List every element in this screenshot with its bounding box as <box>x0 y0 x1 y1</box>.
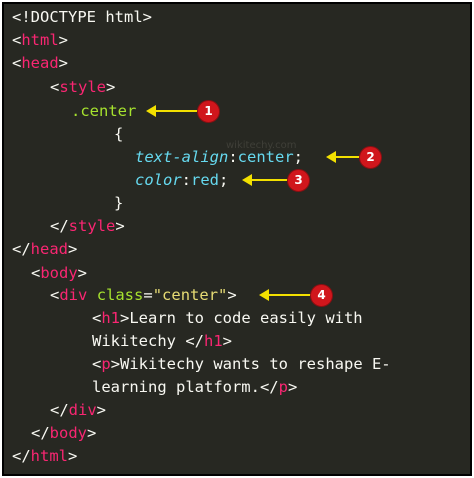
bracket: < <box>12 31 22 49</box>
tag-name: h1 <box>101 309 121 327</box>
bracket: > <box>106 78 116 96</box>
bracket: </ <box>12 240 31 258</box>
bracket: < <box>92 309 102 327</box>
tag-name: html <box>30 447 68 465</box>
bracket: < <box>12 54 22 72</box>
attribute-name: class <box>96 286 144 304</box>
bracket: </ <box>50 401 69 419</box>
bracket: </ <box>50 217 69 235</box>
bracket: > <box>77 264 88 282</box>
bracket: > <box>58 31 69 49</box>
code-line-11: </head> <box>12 238 77 260</box>
semicolon: ; <box>293 148 304 166</box>
bracket: > <box>115 217 125 235</box>
css-selector: .center <box>71 102 137 120</box>
text-content: >Learn to code easily with <box>120 309 363 327</box>
arrow-line <box>154 110 200 112</box>
code-line-10: </style> <box>50 215 125 237</box>
callout-badge: 1 <box>197 100 220 123</box>
code-line-2: <html> <box>12 29 68 51</box>
bracket: < <box>31 264 41 282</box>
open-brace: { <box>114 125 124 143</box>
tag-name: head <box>30 240 68 258</box>
code-line-7: text-align:center; <box>135 146 303 168</box>
tag-name: style <box>68 217 116 235</box>
bracket: > <box>87 424 97 442</box>
bracket: > <box>222 332 232 350</box>
tag-name: div <box>68 401 97 419</box>
callout-4: 4 <box>259 284 333 307</box>
css-property: color <box>135 171 182 189</box>
tag-name: body <box>40 264 78 282</box>
callout-badge: 3 <box>287 169 310 192</box>
code-line-17: learning platform.</p> <box>92 376 297 398</box>
tag-name: p <box>101 355 111 373</box>
close-brace: } <box>114 194 124 212</box>
bracket: > <box>68 240 78 258</box>
bracket: > <box>96 401 107 419</box>
code-line-19: </body> <box>31 422 96 444</box>
attribute-value: "center" <box>152 286 228 304</box>
semicolon: ; <box>219 171 229 189</box>
code-line-15: Wikitechy </h1> <box>92 330 232 352</box>
css-property: text-align <box>135 148 229 166</box>
code-line-6: { <box>114 123 123 145</box>
code-line-3: <head> <box>12 52 68 74</box>
code-line-12: <body> <box>31 262 87 284</box>
code-line-1: <!DOCTYPE html> <box>12 6 152 28</box>
tag-name: p <box>278 378 288 396</box>
code-line-14: <h1>Learn to code easily with <box>92 307 363 329</box>
code-line-4: <style> <box>50 76 115 98</box>
tag-name: body <box>49 424 87 442</box>
callout-1: 1 <box>146 100 220 123</box>
code-line-5: .center <box>71 100 136 122</box>
code-line-16: <p>Wikitechy wants to reshape E- <box>92 353 391 375</box>
code-line-18: </div> <box>50 399 106 421</box>
tag-name: h1 <box>203 332 223 350</box>
tag-name: html <box>21 31 59 49</box>
arrow-line <box>267 294 313 296</box>
callout-badge: 2 <box>359 146 382 169</box>
text-content: >Wikitechy wants to reshape E- <box>110 355 391 373</box>
code-line-20: </html> <box>12 445 77 467</box>
bracket: </ <box>31 424 50 442</box>
bracket: < <box>50 286 60 304</box>
bracket: > <box>58 54 69 72</box>
code-line-9: } <box>114 192 123 214</box>
callout-3: 3 <box>242 169 310 192</box>
callout-badge: 4 <box>310 284 333 307</box>
arrow-line <box>334 156 362 158</box>
tag-name: style <box>59 78 107 96</box>
bracket: < <box>50 78 60 96</box>
bracket: > <box>287 378 298 396</box>
bracket: > <box>68 447 78 465</box>
colon: : <box>228 148 238 166</box>
code-line-13: <div class="center"> <box>50 284 237 306</box>
text-content: learning platform.</ <box>92 378 279 396</box>
callout-2: 2 <box>326 146 382 169</box>
tag-name: div <box>59 286 88 304</box>
colon: : <box>181 171 192 189</box>
bracket: > <box>227 286 237 304</box>
code-editor-panel: wikitechy.com <!DOCTYPE html> <html> <he… <box>2 2 472 476</box>
bracket: < <box>92 355 102 373</box>
css-value: center <box>237 148 294 166</box>
css-value: red <box>191 171 220 189</box>
code-line-8: color:red; <box>135 169 228 191</box>
tag-name: head <box>21 54 59 72</box>
arrow-line <box>250 179 290 181</box>
doctype-declaration: <!DOCTYPE html> <box>12 8 152 26</box>
text-content: Wikitechy </ <box>92 332 204 350</box>
bracket: </ <box>12 447 31 465</box>
equals-sign: = <box>143 286 153 304</box>
